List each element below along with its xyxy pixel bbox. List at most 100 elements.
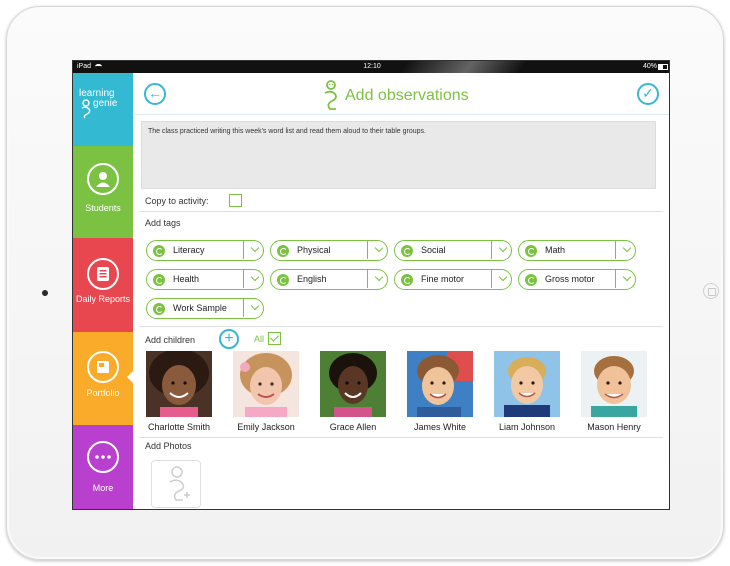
- tag-math[interactable]: Math: [518, 240, 636, 261]
- child-card[interactable]: Mason Henry: [578, 351, 654, 437]
- add-photos-label: Add Photos: [145, 441, 192, 451]
- divider: [139, 326, 663, 327]
- child-avatar: [233, 351, 299, 417]
- header-bar: ← Add observations ✓: [133, 73, 669, 115]
- tag-icon: [153, 245, 165, 257]
- logo-line-2: genie: [93, 98, 118, 109]
- observation-text-area[interactable]: The class practiced writing this week's …: [141, 121, 656, 189]
- sidebar-item-label: Portfolio: [86, 388, 120, 398]
- chevron-down-icon: [250, 301, 260, 311]
- tag-label: Social: [421, 245, 446, 255]
- app-screen: iPad 12:10 40% learning genie Students D…: [72, 60, 670, 510]
- child-name: Grace Allen: [329, 422, 377, 432]
- status-time: 12:10: [363, 63, 381, 70]
- chevron-down-icon: [622, 272, 632, 282]
- child-name: Liam Johnson: [498, 422, 556, 432]
- child-avatar: [320, 351, 386, 417]
- tag-separator: [615, 241, 616, 259]
- chevron-down-icon: [374, 272, 384, 282]
- child-avatar: [146, 351, 212, 417]
- more-icon: [87, 441, 119, 473]
- child-name: Mason Henry: [587, 422, 641, 432]
- tag-icon: [277, 245, 289, 257]
- battery-percent: 40%: [642, 63, 657, 70]
- tag-english[interactable]: English: [270, 269, 388, 290]
- tag-separator: [243, 241, 244, 259]
- sidebar-item-more[interactable]: More: [73, 425, 133, 509]
- tag-icon: [525, 245, 537, 257]
- tag-label: Literacy: [173, 245, 205, 255]
- copy-to-activity-checkbox[interactable]: [229, 194, 242, 207]
- child-avatar: [494, 351, 560, 417]
- chevron-down-icon: [250, 243, 260, 253]
- add-photo-genie-icon: [169, 466, 190, 501]
- child-card[interactable]: Emily Jackson: [230, 351, 306, 437]
- battery-icon: [658, 64, 668, 70]
- sidebar-item-label: More: [92, 483, 114, 493]
- sidebar-item-students[interactable]: Students: [73, 146, 133, 238]
- portfolio-icon: [87, 351, 119, 383]
- sidebar-item-portfolio[interactable]: Portfolio: [73, 332, 134, 425]
- tag-label: Math: [545, 245, 566, 255]
- tag-separator: [367, 241, 368, 259]
- tag-social[interactable]: Social: [394, 240, 512, 261]
- child-avatar: [407, 351, 473, 417]
- sidebar-item-daily-reports[interactable]: Daily Reports: [73, 238, 133, 332]
- app-logo[interactable]: learning genie: [73, 73, 133, 146]
- checkmark-icon[interactable]: ✓: [637, 83, 659, 105]
- tag-icon: [525, 274, 537, 286]
- child-card[interactable]: Grace Allen: [317, 351, 393, 437]
- child-name: Emily Jackson: [237, 422, 295, 432]
- tag-icon: [153, 274, 165, 286]
- chevron-down-icon: [374, 243, 384, 253]
- tag-gross-motor[interactable]: Gross motor: [518, 269, 636, 290]
- add-tags-label: Add tags: [145, 218, 181, 228]
- tag-separator: [491, 241, 492, 259]
- tag-label: Fine motor: [421, 274, 465, 284]
- chevron-down-icon: [498, 272, 508, 282]
- camera-dot: [42, 290, 48, 296]
- tag-work-sample[interactable]: Work Sample: [146, 298, 264, 319]
- page-title-group: Add observations: [319, 79, 469, 113]
- all-children-checkbox[interactable]: [268, 332, 281, 345]
- child-card[interactable]: Charlotte Smith: [143, 351, 219, 437]
- chevron-down-icon: [250, 272, 260, 282]
- chevron-down-icon: [498, 243, 508, 253]
- tag-label: Gross motor: [545, 274, 595, 284]
- genie-icon: [324, 80, 337, 110]
- tag-separator: [367, 270, 368, 288]
- tag-physical[interactable]: Physical: [270, 240, 388, 261]
- all-label: All: [254, 334, 265, 344]
- tag-icon: [153, 303, 165, 315]
- tag-label: Work Sample: [173, 303, 227, 313]
- add-child-plus-icon[interactable]: +: [219, 329, 239, 349]
- copy-to-activity-label: Copy to activity:: [145, 196, 209, 206]
- divider: [139, 211, 663, 212]
- tag-health[interactable]: Health: [146, 269, 264, 290]
- tag-fine-motor[interactable]: Fine motor: [394, 269, 512, 290]
- divider: [139, 437, 663, 438]
- sidebar-item-label: Daily Reports: [75, 294, 131, 304]
- tag-label: English: [297, 274, 327, 284]
- person-icon: [87, 163, 119, 195]
- main-content: ← Add observations ✓ The class practiced…: [133, 73, 669, 509]
- tag-label: Physical: [297, 245, 331, 255]
- tag-separator: [243, 299, 244, 317]
- tag-literacy[interactable]: Literacy: [146, 240, 264, 261]
- child-card[interactable]: James White: [404, 351, 480, 437]
- home-button[interactable]: [703, 283, 719, 299]
- sidebar-item-label: Students: [85, 203, 121, 213]
- tag-icon: [401, 274, 413, 286]
- back-arrow-icon[interactable]: ←: [144, 83, 166, 105]
- add-children-label: Add children: [145, 335, 196, 345]
- status-bar: iPad 12:10 40%: [73, 61, 669, 73]
- child-card[interactable]: Liam Johnson: [491, 351, 567, 437]
- tag-separator: [491, 270, 492, 288]
- child-name: James White: [413, 422, 466, 432]
- chevron-down-icon: [622, 243, 632, 253]
- tag-icon: [277, 274, 289, 286]
- tag-label: Health: [173, 274, 200, 284]
- sidebar: learning genie Students Daily Reports Po…: [73, 73, 134, 509]
- tag-separator: [615, 270, 616, 288]
- add-photo-button[interactable]: [151, 460, 201, 508]
